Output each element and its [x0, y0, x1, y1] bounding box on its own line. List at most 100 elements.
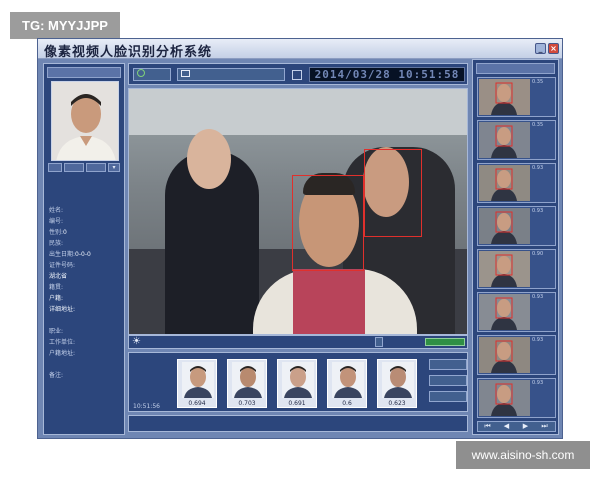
capture-history-item[interactable]: 0.35	[477, 77, 556, 117]
capture-history-item[interactable]: 0.93	[477, 163, 556, 203]
face-detection-box	[364, 149, 422, 237]
capture-history-item[interactable]: 0.35	[477, 120, 556, 160]
video-feed[interactable]	[128, 88, 468, 335]
person-field: 编号:	[49, 216, 123, 227]
field-label: 工作单位:	[49, 339, 76, 346]
prev-page-icon[interactable]: ◀	[497, 422, 516, 431]
capture-history-header	[476, 63, 555, 74]
match-results-strip: 10:51:56 0.694 0.703 0.691 0.6 0.623	[128, 352, 468, 412]
field-value: 0-0-0	[75, 251, 91, 258]
person-field: 户籍地址:	[49, 348, 123, 359]
person-fields: 姓名: 编号: 性别:0 民族: 出生日期:0-0-0 证件号码: 湖北省 籍贯: 户籍: 详细地…	[49, 205, 123, 381]
capture-info: 0.93	[532, 337, 556, 343]
clock-icon	[137, 69, 145, 77]
person-field: 籍贯:	[49, 282, 123, 293]
match-score: 0.703	[238, 400, 256, 407]
prev-photo-button[interactable]	[48, 163, 62, 172]
capture-info: 0.90	[532, 251, 556, 257]
person-info-header	[47, 67, 121, 78]
face-detection-box	[292, 175, 364, 271]
signal-indicator	[425, 338, 465, 346]
capture-score: 0.93	[532, 208, 544, 214]
photo-view-button[interactable]	[64, 163, 84, 172]
match-card[interactable]: 0.691	[277, 359, 317, 408]
match-score: 0.6	[342, 400, 352, 407]
match-photo	[282, 362, 314, 398]
window-title: 像素视频人脸识别分析系统	[44, 45, 213, 60]
capture-history-item[interactable]: 0.93	[477, 206, 556, 246]
start-capture-button[interactable]	[133, 68, 171, 81]
match-score: 0.623	[388, 400, 406, 407]
person-field	[49, 315, 123, 326]
capture-thumbnail	[479, 208, 530, 244]
capture-info: 0.93	[532, 380, 556, 386]
portrait-photo	[51, 81, 119, 161]
person-field	[49, 359, 123, 370]
capture-thumbnail	[479, 122, 530, 158]
capture-score: 0.90	[532, 251, 544, 257]
field-label: 性别:	[49, 229, 64, 236]
watermark-badge-bottom: www.aisino-sh.com	[456, 441, 590, 469]
capture-history-item[interactable]: 0.93	[477, 335, 556, 375]
capture-thumbnail	[479, 251, 530, 287]
fullscreen-icon[interactable]	[292, 70, 302, 80]
match-score: 0.694	[188, 400, 206, 407]
match-card[interactable]: 0.694	[177, 359, 217, 408]
field-label: 证件号码:	[49, 262, 76, 269]
person-figure	[293, 269, 365, 334]
field-label: 籍贯:	[49, 284, 64, 291]
capture-thumbnail	[479, 337, 530, 373]
watermark-badge-top: TG: MYYJJPP	[10, 12, 120, 39]
capture-history-item[interactable]: 0.93	[477, 292, 556, 332]
dropdown-arrow-icon[interactable]: ▾	[108, 163, 120, 172]
match-photo	[332, 362, 364, 398]
sun-icon: ☀	[132, 336, 141, 347]
capture-time: 10:51:56	[133, 403, 160, 410]
capture-info: 0.35	[532, 122, 556, 128]
person-field: 证件号码:	[49, 260, 123, 271]
match-card[interactable]: 0.6	[327, 359, 367, 408]
capture-score: 0.35	[532, 122, 544, 128]
photo-manage-button[interactable]	[86, 163, 106, 172]
close-icon[interactable]: ×	[548, 43, 559, 54]
next-page-icon[interactable]: ▶	[516, 422, 535, 431]
person-field: 备注:	[49, 370, 123, 381]
camera-select-button[interactable]	[177, 68, 285, 81]
video-toolbar: 2014/03/28 10:51:58	[128, 63, 468, 85]
match-card[interactable]: 0.623	[377, 359, 417, 408]
field-label: 编号:	[49, 218, 64, 225]
match-card[interactable]: 0.703	[227, 359, 267, 408]
clock-display: 2014/03/28 10:51:58	[309, 67, 465, 82]
capture-history-panel: 0.35 0.35 0.93 0.93 0.90 0.93 0.93 0.93 ⏮ ◀ ▶ ⏭	[472, 59, 559, 435]
capture-info: 0.93	[532, 165, 556, 171]
field-value: 0	[63, 229, 67, 236]
history-pager: ⏮ ◀ ▶ ⏭	[477, 421, 556, 432]
clear-results-button[interactable]	[429, 359, 467, 370]
minimize-icon[interactable]: _	[535, 43, 546, 54]
capture-score: 0.35	[532, 79, 544, 85]
person-field: 民族:	[49, 238, 123, 249]
field-label: 出生日期:	[49, 251, 76, 258]
video-status-strip: ☀	[128, 335, 468, 349]
capture-score: 0.93	[532, 294, 544, 300]
capture-thumbnail	[479, 294, 530, 330]
capture-thumbnail	[479, 380, 530, 416]
field-label: 职业:	[49, 328, 64, 335]
title-bar: 像素视频人脸识别分析系统 _ ×	[38, 39, 562, 60]
person-info-panel: ▾ 姓名: 编号: 性别:0 民族: 出生日期:0-0-0 证件号码: 湖北省 籍贯: 户籍: 详…	[43, 63, 125, 435]
person-field: 性别:0	[49, 227, 123, 238]
capture-score: 0.93	[532, 337, 544, 343]
snapshot-button[interactable]	[375, 337, 383, 347]
capture-score: 0.93	[532, 165, 544, 171]
settings-button[interactable]	[429, 375, 467, 386]
last-page-icon[interactable]: ⏭	[535, 422, 554, 431]
first-page-icon[interactable]: ⏮	[478, 422, 497, 431]
compare-button[interactable]	[429, 391, 467, 402]
field-label: 备注:	[49, 372, 64, 379]
capture-history-item[interactable]: 0.93	[477, 378, 556, 418]
match-photo	[232, 362, 264, 398]
person-field: 出生日期:0-0-0	[49, 249, 123, 260]
capture-history-item[interactable]: 0.90	[477, 249, 556, 289]
field-value: 湖北省	[49, 273, 68, 280]
field-value: 户籍:	[49, 295, 64, 302]
